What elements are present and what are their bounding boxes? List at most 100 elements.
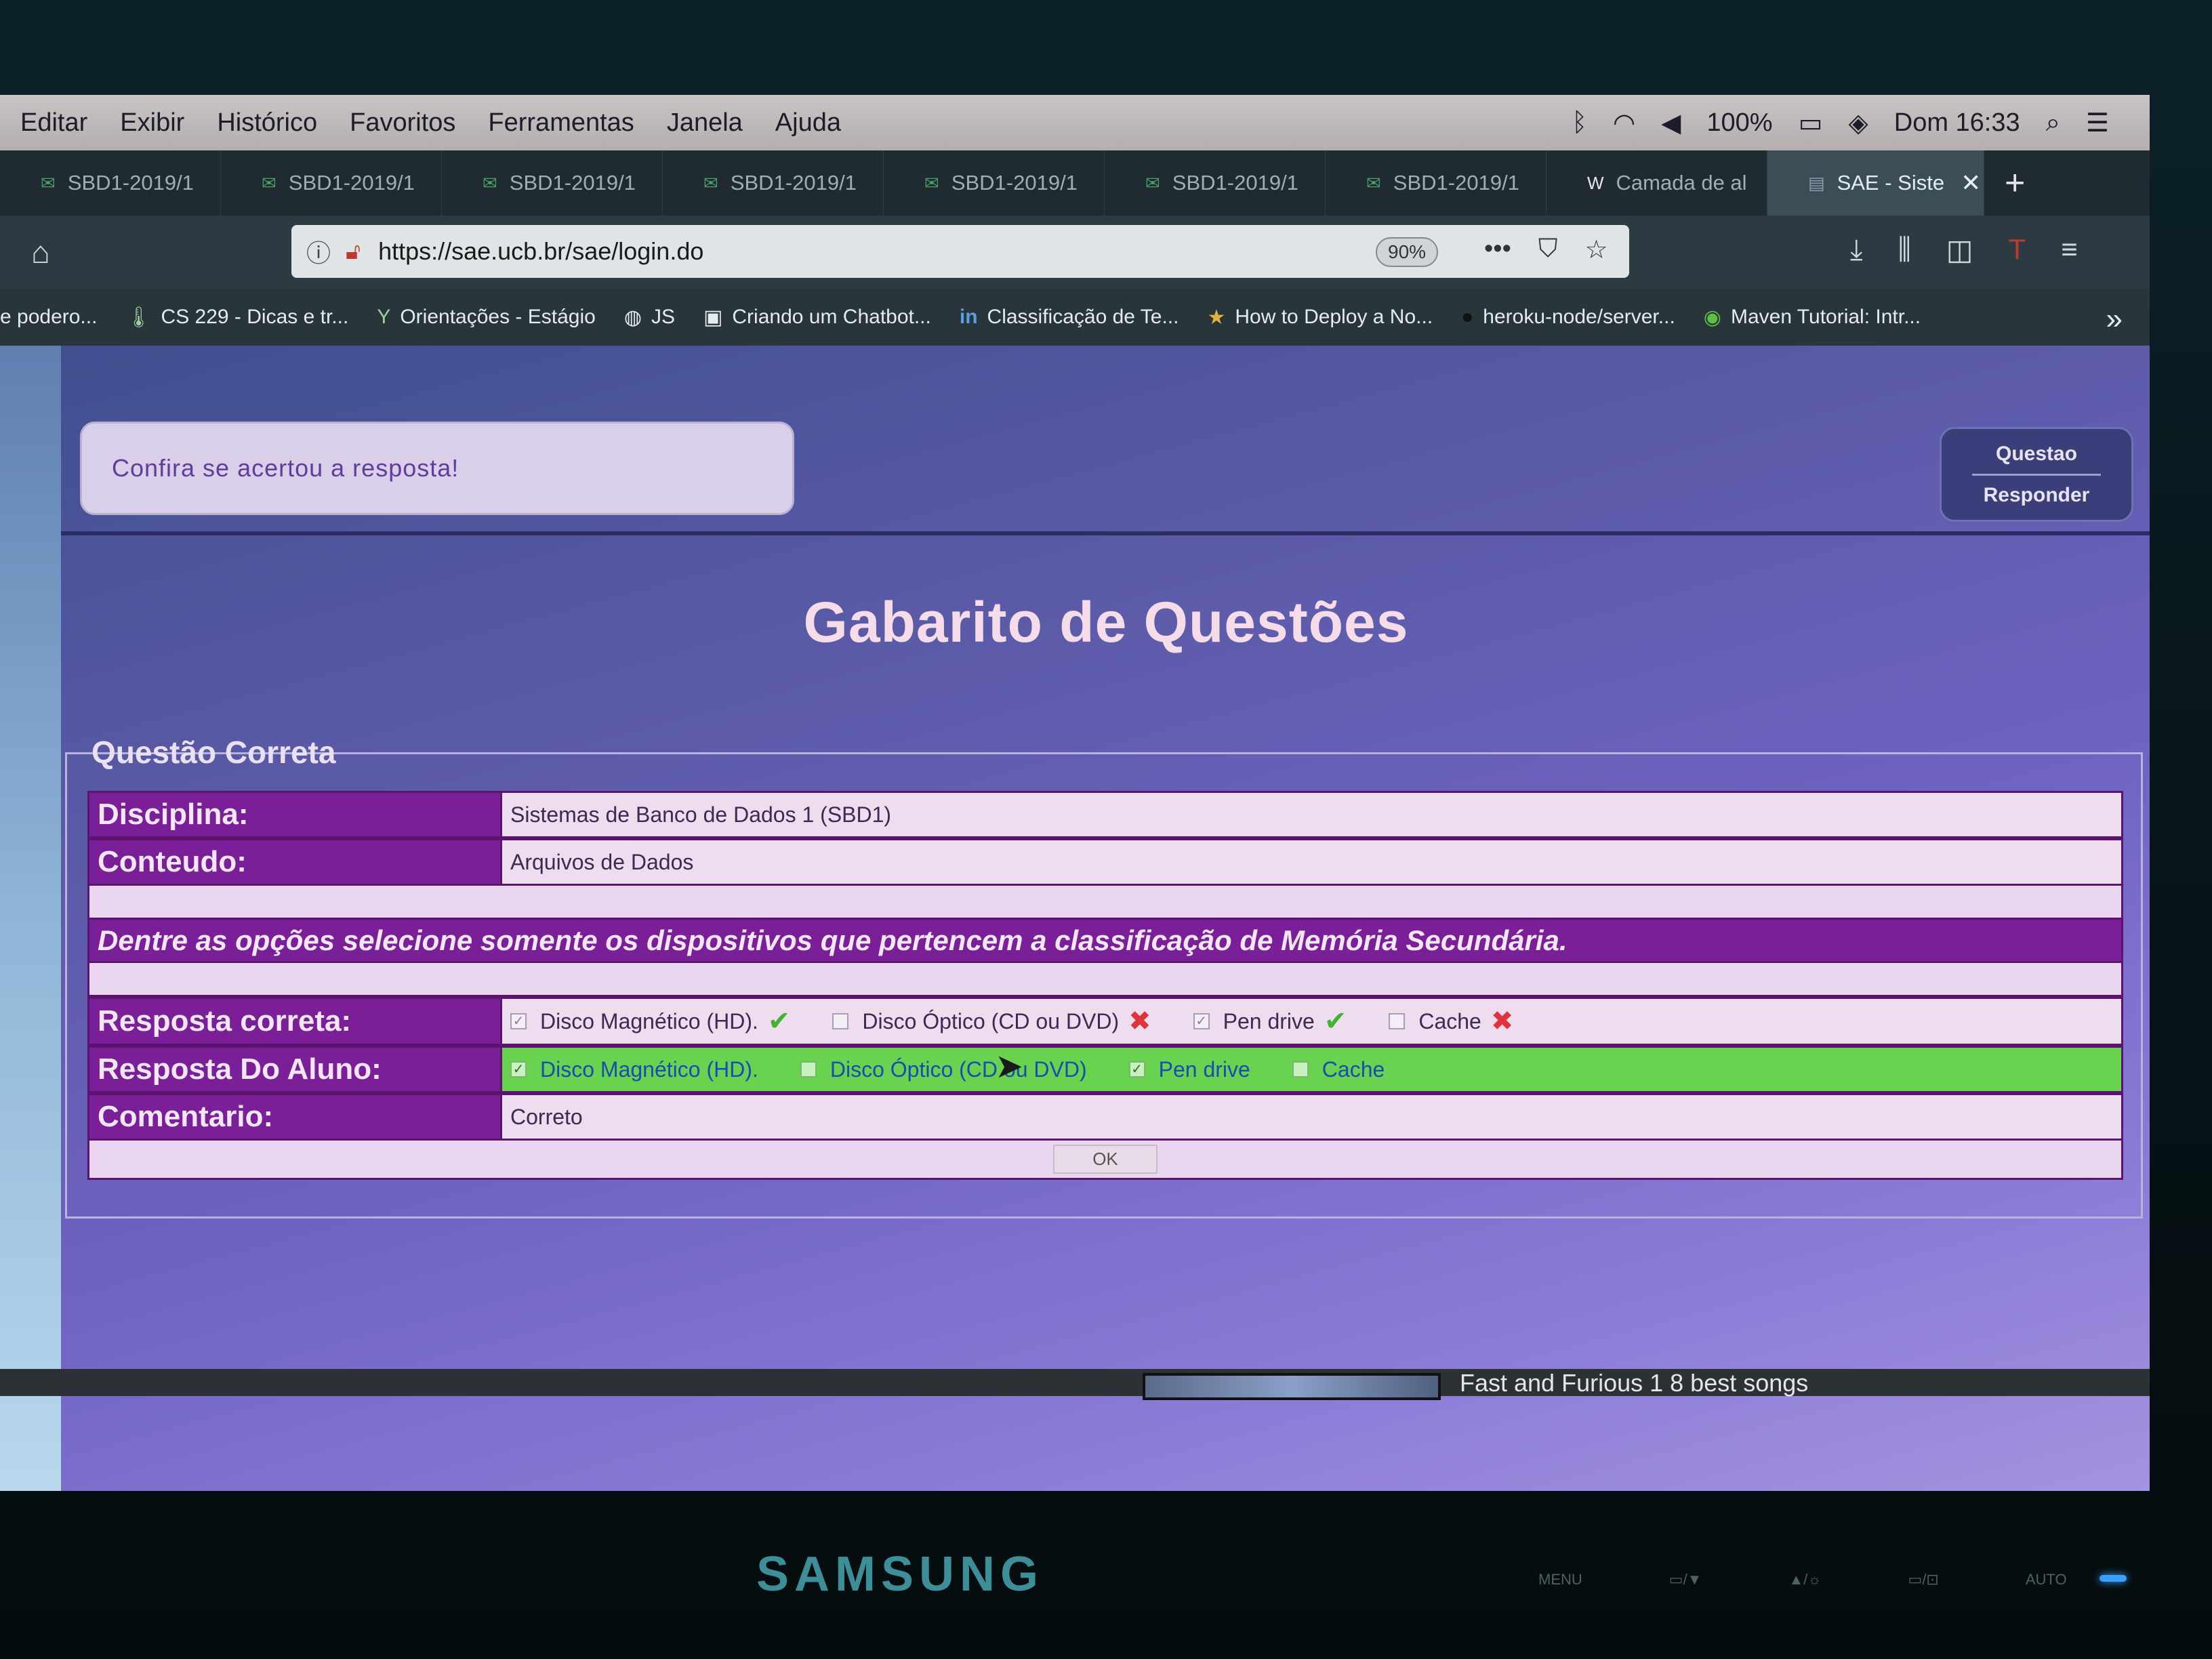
power-led-icon[interactable]: [2100, 1575, 2127, 1582]
checkbox-unchecked: [1292, 1061, 1309, 1078]
cross-mark-icon: ✖: [1128, 1006, 1151, 1036]
wifi-icon[interactable]: ◠: [1613, 108, 1635, 138]
monitor-input-button[interactable]: ▭/⊡: [1908, 1571, 1939, 1589]
option-item: ✓ Pen drive: [1128, 1057, 1250, 1082]
option-item: Disco Óptico (CD ou DVD) ✖: [832, 1006, 1151, 1037]
correct-options: ✓ Disco Magnético (HD). ✔ Disco Óptico (CD…: [502, 997, 2123, 1046]
monitor-auto-button[interactable]: AUTO: [2026, 1571, 2067, 1589]
bookmark[interactable]: in Classificação de Te...: [960, 306, 1179, 329]
option-item: ✓ Disco Magnético (HD). ✔: [510, 1006, 790, 1037]
check-mark-icon: ✔: [1324, 1006, 1347, 1036]
student-options: ✓ Disco Magnético (HD). Disco Óptico (CD …: [502, 1046, 2123, 1093]
menu-janela[interactable]: Janela: [667, 108, 743, 138]
battery-icon[interactable]: ▭: [1799, 108, 1823, 138]
monitor-brightness-button[interactable]: ▲/☼: [1788, 1571, 1821, 1589]
value-comment: Correto: [502, 1093, 2123, 1141]
maven-icon: ◉: [1703, 306, 1721, 329]
url-text[interactable]: https://sae.ucb.br/sae/login.do: [378, 237, 703, 266]
feedback-text: Confira se acertou a resposta!: [112, 454, 459, 482]
insecure-lock-icon[interactable]: 🔓︎: [346, 239, 361, 265]
checkbox-checked: ✓: [1193, 1013, 1210, 1029]
option-label: Pen drive: [1223, 1008, 1315, 1033]
tab-label: SBD1-2019/1: [1393, 171, 1519, 194]
tab-label: SBD1-2019/1: [730, 171, 857, 194]
monitor-controls: MENU ▭/▼ ▲/☼ ▭/⊡ AUTO: [1538, 1571, 2067, 1589]
bookmark[interactable]: ★ How to Deploy a No...: [1207, 306, 1433, 329]
table-row-disciplina: Disciplina: Sistemas de Banco de Dados 1…: [87, 791, 2123, 838]
table-row-conteudo: Conteudo: Arquivos de Dados: [87, 838, 2123, 886]
tab-active[interactable]: ▤ SAE - Siste ✕: [1767, 150, 1984, 216]
media-title[interactable]: Fast and Furious 1 8 best songs: [1460, 1369, 1808, 1397]
checkbox-unchecked: [1389, 1013, 1406, 1029]
ok-button[interactable]: OK: [1053, 1145, 1158, 1174]
gmail-icon: ✉: [703, 172, 718, 193]
hamburger-menu-icon[interactable]: ≡: [2061, 233, 2078, 266]
question-statement: Dentre as opções selecione somente os di…: [87, 920, 2123, 963]
bookmark-label: heroku-node/server...: [1483, 306, 1675, 328]
menu-ajuda[interactable]: Ajuda: [775, 108, 841, 138]
monitor-source-button[interactable]: ▭/▼: [1669, 1571, 1702, 1589]
label-student-answer: Resposta Do Aluno:: [87, 1046, 502, 1093]
pocket-icon[interactable]: ⛉: [1538, 234, 1558, 265]
option-label: Cache: [1418, 1008, 1481, 1033]
notification-center-icon[interactable]: ☰: [2086, 108, 2109, 138]
bookmark[interactable]: ◍ JS: [624, 306, 675, 329]
bookmark[interactable]: ◉ Maven Tutorial: Intr...: [1704, 306, 1921, 329]
volume-icon[interactable]: ◀: [1661, 108, 1681, 138]
tab[interactable]: ✉ SBD1-2019/1: [221, 150, 442, 216]
tab[interactable]: ✉ SBD1-2019/1: [884, 150, 1105, 216]
more-actions-icon[interactable]: •••: [1484, 234, 1511, 265]
menu-favoritos[interactable]: Favoritos: [350, 108, 455, 138]
label-disciplina: Disciplina:: [87, 791, 502, 838]
new-tab-button[interactable]: +: [2005, 163, 2025, 203]
tab[interactable]: ✉ SBD1-2019/1: [442, 150, 663, 216]
page-icon: ▣: [703, 306, 723, 329]
toolbar-right: ⤓ ⫼ ◫ T ≡: [1850, 233, 2078, 266]
flag-icon[interactable]: ◈: [1849, 108, 1868, 138]
menu-ferramentas[interactable]: Ferramentas: [488, 108, 634, 138]
tab[interactable]: ✉ SBD1-2019/1: [663, 150, 884, 216]
bookmark-label: JS: [651, 306, 676, 328]
tab[interactable]: W Camada de al: [1547, 150, 1767, 216]
info-icon[interactable]: ⓘ: [306, 234, 331, 269]
menu-editar[interactable]: Editar: [20, 108, 87, 138]
sae-icon: ▤: [1808, 172, 1825, 193]
url-bar[interactable]: ⓘ 🔓︎ https://sae.ucb.br/sae/login.do 90%…: [291, 225, 1629, 278]
bluetooth-icon[interactable]: ᛒ: [1572, 108, 1587, 138]
library-icon[interactable]: ⫼: [1898, 233, 1911, 266]
extension-icon[interactable]: T: [2009, 233, 2026, 266]
monitor-menu-button[interactable]: MENU: [1538, 1571, 1582, 1589]
tab[interactable]: ✉ SBD1-2019/1: [0, 150, 221, 216]
leaf-icon: Y: [377, 306, 391, 328]
bookmark-star-icon[interactable]: ☆: [1584, 234, 1607, 265]
menu-historico[interactable]: Histórico: [217, 108, 317, 138]
tab[interactable]: ✉ SBD1-2019/1: [1105, 150, 1326, 216]
sidebar-icon[interactable]: ◫: [1946, 233, 1973, 266]
menu-exibir[interactable]: Exibir: [120, 108, 184, 138]
tab-strip: ✉ SBD1-2019/1 ✉ SBD1-2019/1 ✉ SBD1-2019/1 ✉…: [0, 150, 2150, 216]
option-item: Cache ✖: [1389, 1006, 1513, 1037]
option-label: Disco Magnético (HD).: [540, 1008, 758, 1033]
battery-percent: 100%: [1706, 108, 1773, 137]
zoom-indicator[interactable]: 90%: [1376, 237, 1439, 267]
label-comment: Comentario:: [87, 1093, 502, 1141]
table-row-spacer: [87, 963, 2123, 997]
chevron-right-icon[interactable]: »: [2106, 302, 2123, 336]
media-thumbnail[interactable]: [1143, 1373, 1441, 1400]
bookmark-label: Maven Tutorial: Intr...: [1730, 306, 1921, 328]
bookmark[interactable]: 🌡︎ CS 229 - Dicas e tr...: [125, 306, 348, 329]
bookmark[interactable]: Y Orientações - Estágio: [377, 306, 596, 329]
bookmark[interactable]: e podero...: [0, 306, 97, 329]
download-icon[interactable]: ⤓: [1850, 233, 1863, 266]
cross-mark-icon: ✖: [1490, 1006, 1514, 1036]
clock[interactable]: Dom 16:33: [1894, 108, 2020, 138]
bookmark[interactable]: ▣ Criando um Chatbot...: [703, 306, 931, 329]
question-respond-button[interactable]: Questao Responder: [1940, 427, 2133, 522]
home-icon[interactable]: ⌂: [31, 234, 50, 270]
tab[interactable]: ✉ SBD1-2019/1: [1326, 150, 1547, 216]
navigation-bar: ⌂ ⓘ 🔓︎ https://sae.ucb.br/sae/login.do 9…: [0, 216, 2150, 289]
bookmark[interactable]: ● heroku-node/server...: [1461, 306, 1675, 329]
feedback-banner: Confira se acertou a resposta!: [80, 422, 794, 515]
close-tab-icon[interactable]: ✕: [1961, 169, 1981, 197]
spotlight-search-icon[interactable]: ⌕: [2046, 108, 2060, 138]
